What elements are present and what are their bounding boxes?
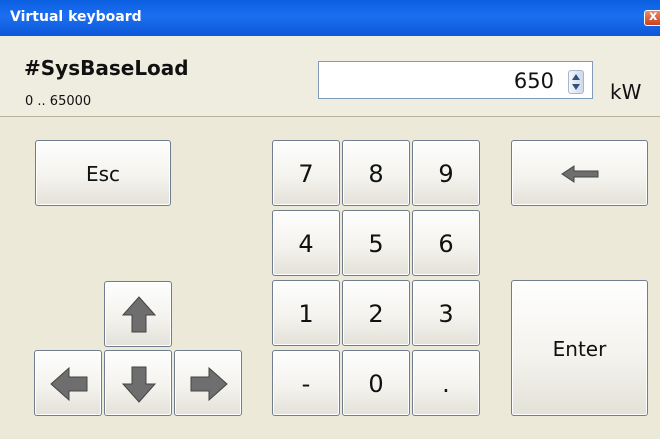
- key-2-label: 2: [368, 300, 384, 328]
- value-range: 0 .. 65000: [25, 94, 92, 109]
- title-bar: Virtual keyboard x: [0, 0, 660, 37]
- value-input[interactable]: 650: [318, 61, 593, 99]
- backspace-button[interactable]: [511, 140, 648, 206]
- key-2[interactable]: 2: [342, 280, 410, 346]
- key-minus[interactable]: -: [272, 350, 340, 416]
- key-4[interactable]: 4: [272, 210, 340, 276]
- key-5-label: 5: [368, 230, 384, 258]
- virtual-keyboard-window: Virtual keyboard x #SysBaseLoad 0 .. 650…: [0, 0, 660, 439]
- key-4-label: 4: [298, 230, 314, 258]
- spinner-up-icon[interactable]: [572, 74, 580, 80]
- key-6[interactable]: 6: [412, 210, 480, 276]
- arrow-down-icon: [121, 366, 157, 403]
- key-minus-label: -: [301, 370, 311, 398]
- key-decimal[interactable]: .: [412, 350, 480, 416]
- arrow-up-icon: [121, 296, 157, 333]
- key-1-label: 1: [298, 300, 314, 328]
- key-0-label: 0: [368, 370, 384, 398]
- arrow-right-button[interactable]: [174, 350, 242, 416]
- variable-name: #SysBaseLoad: [24, 56, 189, 80]
- backspace-arrow-icon: [561, 165, 599, 183]
- key-5[interactable]: 5: [342, 210, 410, 276]
- enter-button[interactable]: Enter: [511, 280, 648, 416]
- key-decimal-label: .: [442, 370, 450, 398]
- enter-label: Enter: [552, 337, 607, 361]
- arrow-up-button[interactable]: [104, 281, 172, 347]
- variable-header: #SysBaseLoad 0 .. 65000 650 kW: [0, 36, 660, 117]
- key-3-label: 3: [438, 300, 454, 328]
- close-icon: x: [649, 9, 658, 24]
- close-button[interactable]: x: [644, 9, 660, 26]
- esc-label: Esc: [85, 162, 121, 186]
- key-8[interactable]: 8: [342, 140, 410, 206]
- window-title: Virtual keyboard: [10, 9, 142, 25]
- value-text: 650: [513, 69, 554, 93]
- arrow-right-icon: [190, 366, 228, 402]
- key-8-label: 8: [368, 160, 384, 188]
- arrow-down-button[interactable]: [104, 350, 172, 416]
- esc-button[interactable]: Esc: [35, 140, 171, 206]
- spinner-down-icon[interactable]: [572, 84, 580, 90]
- key-9[interactable]: 9: [412, 140, 480, 206]
- arrow-left-button[interactable]: [34, 350, 102, 416]
- spinner-icon[interactable]: [568, 70, 584, 94]
- arrow-left-icon: [50, 366, 88, 402]
- unit-label: kW: [610, 80, 642, 104]
- key-6-label: 6: [438, 230, 454, 258]
- key-7[interactable]: 7: [272, 140, 340, 206]
- key-1[interactable]: 1: [272, 280, 340, 346]
- key-9-label: 9: [438, 160, 454, 188]
- key-0[interactable]: 0: [342, 350, 410, 416]
- key-3[interactable]: 3: [412, 280, 480, 346]
- key-7-label: 7: [298, 160, 314, 188]
